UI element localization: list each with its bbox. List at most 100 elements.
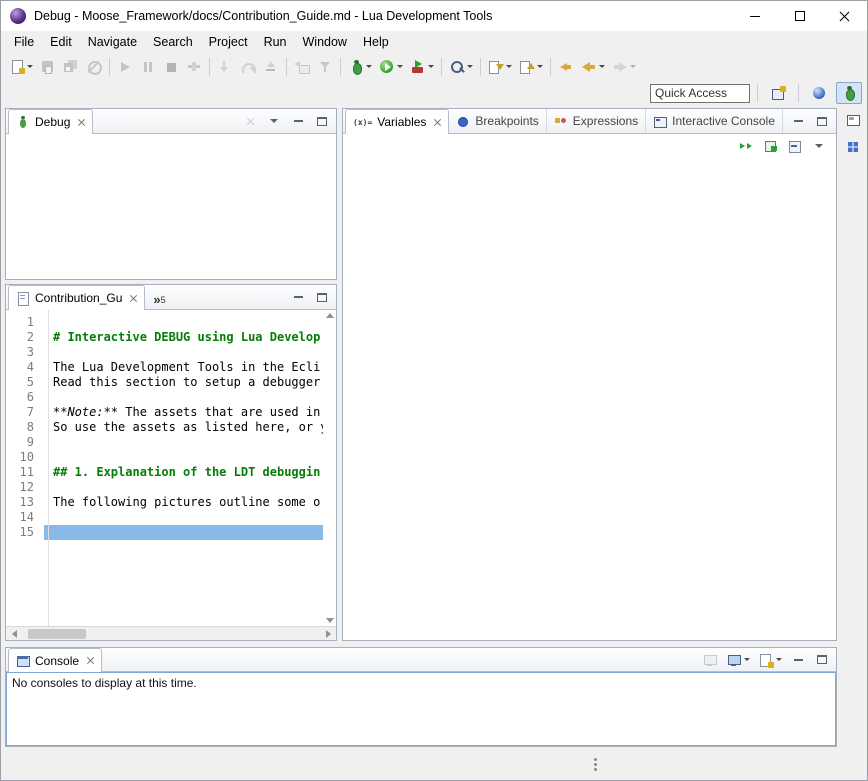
close-icon[interactable] — [130, 295, 137, 302]
maximize-view-icon[interactable] — [814, 652, 830, 668]
dropdown-caret[interactable] — [366, 65, 372, 68]
tab-debug[interactable]: Debug — [8, 109, 93, 134]
line-number: 3 — [6, 345, 44, 360]
tab-variables[interactable]: (x)=Variables — [345, 109, 449, 134]
line-number: 4 — [6, 360, 44, 375]
minimize-view-icon[interactable] — [790, 652, 806, 668]
dropdown-caret[interactable] — [397, 65, 403, 68]
forward-button[interactable] — [609, 56, 639, 78]
save-all-button[interactable] — [60, 56, 82, 78]
debug-perspective-icon — [841, 85, 857, 101]
toolbar-separator — [286, 58, 287, 76]
ldt-perspective-button[interactable] — [806, 82, 832, 104]
scroll-down-icon[interactable] — [326, 618, 334, 623]
window-minimize-button[interactable] — [732, 1, 777, 31]
step-over-button[interactable] — [237, 56, 259, 78]
scrollbar-track[interactable] — [22, 627, 320, 640]
next-annotation-button[interactable] — [485, 56, 515, 78]
menu-project[interactable]: Project — [201, 33, 256, 51]
new-console-view-button[interactable] — [758, 652, 782, 668]
previous-annotation-button[interactable] — [516, 56, 546, 78]
dropdown-caret[interactable] — [630, 65, 636, 68]
dropdown-caret[interactable] — [744, 658, 750, 661]
new-button[interactable] — [6, 56, 36, 78]
terminate-button[interactable] — [160, 56, 182, 78]
editor-horizontal-scrollbar[interactable] — [6, 626, 336, 640]
scroll-right-button[interactable] — [320, 630, 336, 638]
console-message: No consoles to display at this time. — [12, 676, 197, 690]
editor-vertical-scrollbar[interactable] — [323, 310, 336, 626]
dropdown-caret[interactable] — [776, 658, 782, 661]
view-menu-chevron[interactable] — [266, 113, 282, 129]
menu-file[interactable]: File — [6, 33, 42, 51]
scroll-left-button[interactable] — [6, 630, 22, 638]
save-all-icon — [63, 59, 79, 75]
maximize-view-icon[interactable] — [314, 113, 330, 129]
minimize-view-icon[interactable] — [290, 289, 306, 305]
tab-contribution-guide[interactable]: Contribution_Gu — [8, 285, 145, 310]
run-button[interactable] — [376, 56, 406, 78]
editor-tab-overflow[interactable]: »5 — [145, 295, 171, 309]
minimize-view-icon[interactable] — [290, 113, 306, 129]
variables-view-body[interactable] — [343, 158, 836, 640]
menu-window[interactable]: Window — [295, 33, 355, 51]
debug-perspective-button[interactable] — [836, 82, 862, 104]
debug-button[interactable] — [345, 56, 375, 78]
line-number: 11 — [6, 465, 44, 480]
drop-to-frame-button[interactable] — [291, 56, 313, 78]
sash-handle[interactable] — [594, 758, 597, 761]
show-logical-structure-icon[interactable] — [763, 138, 779, 154]
back-button[interactable] — [578, 56, 608, 78]
step-return-button[interactable] — [260, 56, 282, 78]
menu-navigate[interactable]: Navigate — [80, 33, 145, 51]
dropdown-caret[interactable] — [506, 65, 512, 68]
dropdown-caret[interactable] — [467, 65, 473, 68]
display-selected-console-button[interactable] — [702, 652, 718, 668]
console-output[interactable]: No consoles to display at this time. — [6, 672, 836, 746]
maximize-view-icon[interactable] — [314, 289, 330, 305]
remove-all-terminated-icon[interactable] — [242, 113, 258, 129]
search-button[interactable] — [446, 56, 476, 78]
line-number: 10 — [6, 450, 44, 465]
dropdown-caret[interactable] — [428, 65, 434, 68]
scrollbar-thumb[interactable] — [28, 629, 86, 639]
minimized-view-icon[interactable] — [845, 139, 861, 155]
tab-expressions[interactable]: Expressions — [547, 109, 646, 133]
step-into-button[interactable] — [214, 56, 236, 78]
suspend-button[interactable] — [137, 56, 159, 78]
restore-view-icon[interactable] — [845, 112, 861, 128]
tab-breakpoints[interactable]: Breakpoints — [449, 109, 546, 133]
disconnect-button[interactable] — [183, 56, 205, 78]
editor-content[interactable]: 12# Interactive DEBUG using Lua Develop3… — [6, 310, 336, 626]
dropdown-caret[interactable] — [537, 65, 543, 68]
debug-view-body[interactable] — [6, 134, 336, 279]
close-icon[interactable] — [78, 119, 85, 126]
collapse-all-icon[interactable] — [787, 138, 803, 154]
minimize-view-icon[interactable] — [790, 113, 806, 129]
skip-all-breakpoints-button[interactable] — [83, 56, 105, 78]
resume-button[interactable] — [114, 56, 136, 78]
maximize-view-icon[interactable] — [814, 113, 830, 129]
dropdown-caret[interactable] — [599, 65, 605, 68]
tab-console[interactable]: Console — [8, 648, 102, 672]
menu-run[interactable]: Run — [256, 33, 295, 51]
window-close-button[interactable] — [822, 1, 867, 31]
close-icon[interactable] — [87, 657, 94, 664]
external-tools-button[interactable] — [407, 56, 437, 78]
open-perspective-button[interactable] — [765, 82, 791, 104]
view-menu-chevron[interactable] — [811, 138, 827, 154]
show-type-names-icon[interactable] — [739, 138, 755, 154]
use-step-filters-button[interactable] — [314, 56, 336, 78]
scroll-up-icon[interactable] — [326, 313, 334, 318]
close-icon[interactable] — [434, 119, 441, 126]
menu-search[interactable]: Search — [145, 33, 201, 51]
tab-interactive-console[interactable]: Interactive Console — [646, 109, 783, 133]
menu-edit[interactable]: Edit — [42, 33, 80, 51]
menu-help[interactable]: Help — [355, 33, 397, 51]
last-edit-location-button[interactable] — [555, 56, 577, 78]
quick-access-input[interactable] — [650, 84, 750, 103]
window-maximize-button[interactable] — [777, 1, 822, 31]
save-button[interactable] — [37, 56, 59, 78]
open-console-button[interactable] — [726, 652, 750, 668]
dropdown-caret[interactable] — [27, 65, 33, 68]
